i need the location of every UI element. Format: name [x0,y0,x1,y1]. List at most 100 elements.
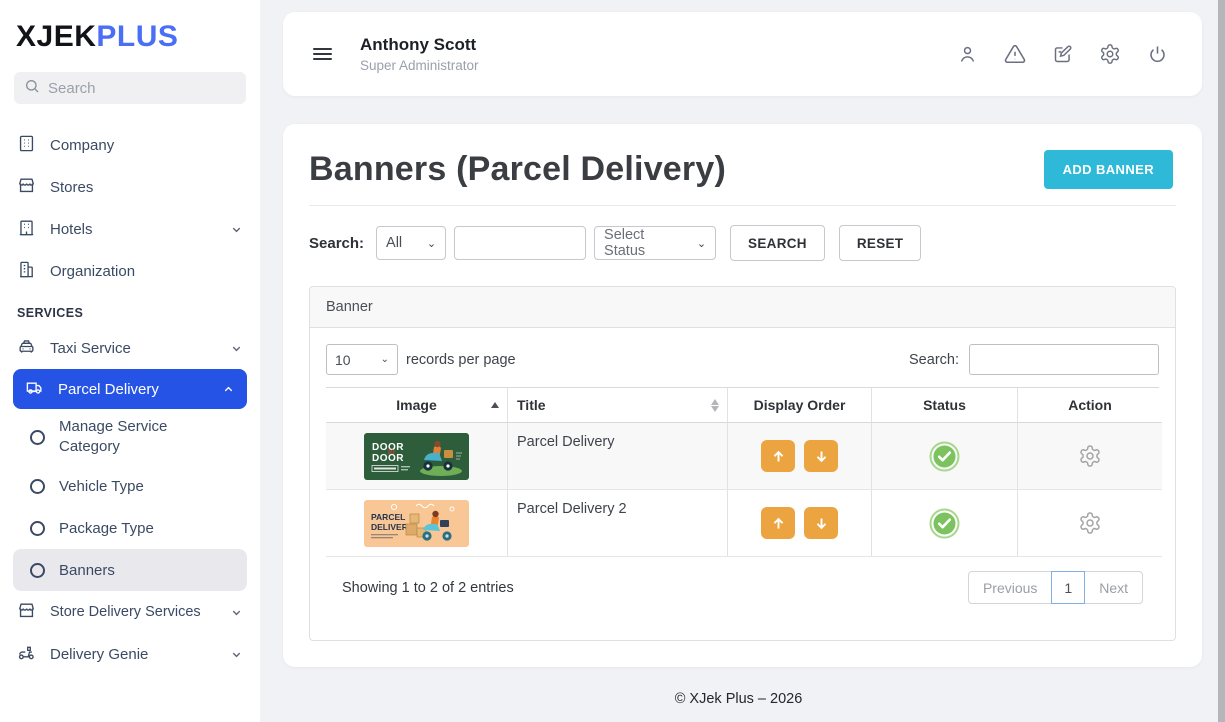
organization-icon [17,260,36,283]
table-header-row: Image Title Display Order Status [326,388,1159,423]
status-cell [872,423,1018,490]
sort-asc-icon [491,402,499,408]
sidebar-item-stores[interactable]: Stores [0,166,260,208]
action-gear-icon[interactable] [1078,444,1102,468]
pagination-previous-button[interactable]: Previous [968,571,1052,604]
taxi-icon [17,337,36,360]
top-bar: Anthony Scott Super Administrator [283,12,1202,96]
sidebar-item-company[interactable]: Company [0,124,260,166]
sidebar-item-delivery-genie[interactable]: Delivery Genie [0,633,260,675]
reset-button[interactable]: RESET [839,225,922,261]
filter-search-label: Search: [309,235,364,252]
column-header-status[interactable]: Status [872,388,1018,423]
power-icon[interactable] [1147,44,1168,65]
move-up-button[interactable] [761,507,795,539]
sidebar-item-hotels[interactable]: Hotels [0,208,260,250]
image-cell: PARCEL DELIVERY [326,490,508,557]
pagination-page-1[interactable]: 1 [1051,571,1085,604]
sidebar-item-banners[interactable]: Banners [13,549,247,591]
sidebar-item-label: Store Delivery Services [50,604,201,620]
company-icon [17,134,36,157]
sidebar-search-input[interactable] [48,80,236,97]
page-scrollbar[interactable] [1218,0,1225,722]
table-search-input[interactable] [969,344,1159,375]
sidebar-item-package-type[interactable]: Package Type [0,507,260,549]
filter-text-input[interactable] [454,226,586,260]
scrollbar-thumb[interactable] [1218,0,1225,722]
add-banner-button[interactable]: ADD BANNER [1044,150,1173,189]
showing-entries-text: Showing 1 to 2 of 2 entries [342,580,514,596]
action-cell [1018,490,1162,557]
banner-table: Image Title Display Order Status [326,387,1159,557]
alert-triangle-icon[interactable] [1004,43,1026,65]
user-role: Super Administrator [360,58,479,73]
truck-icon [25,378,44,401]
app-logo: XJEKPLUS [0,0,260,60]
sidebar-item-label: Vehicle Type [59,478,144,495]
logo-part-1: XJEK [16,20,96,53]
radio-circle-icon [30,430,45,445]
records-per-page-select[interactable]: 10 ⌄ [326,344,398,375]
banner-image-door-to-door[interactable]: DOOR to DOOR [364,433,469,480]
filter-status-select[interactable]: Select Status ⌄ [594,226,716,260]
filter-status-value: Select Status [604,227,683,259]
edit-document-icon[interactable] [1052,44,1073,65]
column-header-image[interactable]: Image [326,388,508,423]
records-per-page-value: 10 [335,352,351,368]
content-area: Anthony Scott Super Administrator Banner… [260,0,1217,722]
move-down-button[interactable] [804,507,838,539]
sidebar-item-manage-service-category[interactable]: Manage Service Category [0,409,260,465]
chevron-down-icon: ⌄ [427,237,436,250]
hamburger-menu-icon[interactable] [313,45,332,63]
sidebar-item-label: Manage Service Category [59,417,209,458]
sidebar-item-vehicle-type[interactable]: Vehicle Type [0,465,260,507]
sidebar-search[interactable] [14,72,246,104]
pagination-next-button[interactable]: Next [1084,571,1143,604]
gear-icon[interactable] [1099,43,1121,65]
footer-copyright: © XJek Plus – 2026 [260,691,1217,707]
move-down-button[interactable] [804,440,838,472]
sidebar-item-taxi-service[interactable]: Taxi Service [0,327,260,369]
chevron-down-icon [230,342,243,355]
sidebar-item-label: Package Type [59,520,154,537]
panel-heading: Banner [310,287,1175,328]
user-name: Anthony Scott [360,35,479,55]
column-header-title[interactable]: Title [508,388,728,423]
column-header-display-order[interactable]: Display Order [728,388,872,423]
pagination: Previous 1 Next [968,571,1143,604]
user-info[interactable]: Anthony Scott Super Administrator [360,35,479,73]
sidebar-item-label: Parcel Delivery [58,381,159,398]
status-active-icon[interactable] [929,508,960,539]
column-label: Image [396,397,436,413]
filter-type-select[interactable]: All ⌄ [376,226,446,260]
logo-part-2: PLUS [96,20,178,53]
sidebar-item-store-delivery-services[interactable]: Store Delivery Services [0,591,260,633]
column-label: Status [923,397,966,413]
status-active-icon[interactable] [929,441,960,472]
main-card: Banners (Parcel Delivery) ADD BANNER Sea… [283,124,1202,667]
sidebar-item-label: Delivery Genie [50,646,148,663]
banner-panel: Banner 10 ⌄ records per page Search: [309,286,1176,641]
column-header-action[interactable]: Action [1018,388,1162,423]
banner-image-parcel-delivery[interactable]: PARCEL DELIVERY [364,500,469,547]
profile-icon[interactable] [957,44,978,65]
chevron-down-icon [230,223,243,236]
image-cell: DOOR to DOOR [326,423,508,490]
table-row: DOOR to DOOR [326,423,1159,490]
status-cell [872,490,1018,557]
action-cell [1018,423,1162,490]
sidebar-item-label: Hotels [50,221,93,238]
radio-circle-icon [30,521,45,536]
sidebar-item-organization[interactable]: Organization [0,250,260,292]
chevron-down-icon: ⌄ [381,354,389,365]
filter-row: Search: All ⌄ Select Status ⌄ SEARCH RES… [283,206,1202,280]
sidebar-item-parcel-delivery[interactable]: Parcel Delivery [13,369,247,409]
search-button[interactable]: SEARCH [730,225,825,261]
svg-text:PARCEL: PARCEL [371,512,405,522]
action-gear-icon[interactable] [1078,511,1102,535]
chevron-down-icon [230,606,243,619]
chevron-down-icon [230,648,243,661]
move-up-button[interactable] [761,440,795,472]
chevron-down-icon: ⌄ [697,237,706,250]
hotel-icon [17,218,36,241]
